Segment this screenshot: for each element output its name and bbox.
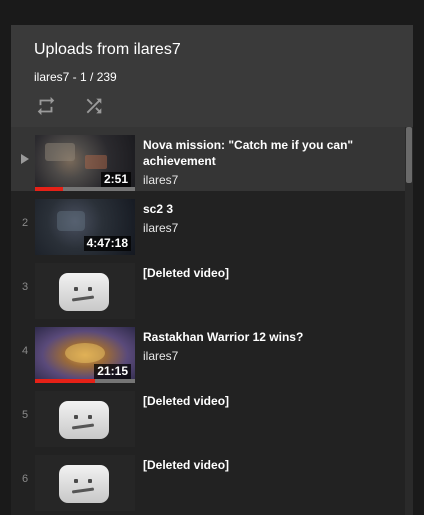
playlist-scrollbar[interactable]: [405, 127, 413, 515]
video-thumbnail[interactable]: 21:15: [35, 327, 135, 383]
playlist-subtitle: ilares7 - 1 / 239: [34, 70, 117, 84]
shuffle-icon: [86, 98, 102, 114]
now-playing-indicator: [17, 127, 33, 191]
video-owner: ilares7: [143, 349, 179, 363]
video-owner: ilares7: [143, 173, 179, 187]
sad-face-icon: [59, 273, 109, 311]
playlist-item[interactable]: 3 [Deleted video]: [11, 255, 405, 319]
sad-face-icon: [59, 401, 109, 439]
sad-face-icon: [59, 465, 109, 503]
video-title[interactable]: [Deleted video]: [143, 265, 363, 281]
shuffle-button[interactable]: [82, 94, 106, 118]
video-title[interactable]: Nova mission: "Catch me if you can" achi…: [143, 137, 363, 169]
video-duration: 21:15: [94, 364, 131, 379]
video-duration: 4:47:18: [83, 236, 131, 251]
item-index: 2: [21, 217, 29, 229]
playlist-panel: Uploads from ilares7 ilares7 - 1 / 239 2…: [11, 25, 413, 515]
video-title[interactable]: [Deleted video]: [143, 457, 363, 473]
item-index: 4: [21, 345, 29, 357]
video-thumbnail[interactable]: 2:51: [35, 135, 135, 191]
video-title[interactable]: Rastakhan Warrior 12 wins?: [143, 329, 363, 345]
playlist-item[interactable]: 6 [Deleted video]: [11, 447, 405, 511]
loop-button[interactable]: [34, 94, 58, 118]
play-arrow-icon: [21, 154, 29, 164]
scrollbar-thumb[interactable]: [406, 127, 412, 183]
video-owner: ilares7: [143, 221, 179, 235]
loop-icon: [37, 96, 55, 116]
playlist-item[interactable]: 2:51 Nova mission: "Catch me if you can"…: [11, 127, 405, 191]
playlist-items: 2:51 Nova mission: "Catch me if you can"…: [11, 127, 413, 515]
video-title[interactable]: sc2 3: [143, 201, 363, 217]
playlist-title[interactable]: Uploads from ilares7: [34, 41, 181, 59]
playlist-item[interactable]: 4 21:15 Rastakhan Warrior 12 wins? ilare…: [11, 319, 405, 383]
playlist-item[interactable]: 2 4:47:18 sc2 3 ilares7: [11, 191, 405, 255]
playlist-item[interactable]: 5 [Deleted video]: [11, 383, 405, 447]
item-index: 3: [21, 281, 29, 293]
item-index: 6: [21, 473, 29, 485]
playlist-header: Uploads from ilares7 ilares7 - 1 / 239: [11, 25, 413, 127]
video-duration: 2:51: [100, 172, 131, 187]
deleted-video-thumbnail[interactable]: [35, 455, 135, 511]
deleted-video-thumbnail[interactable]: [35, 263, 135, 319]
video-thumbnail[interactable]: 4:47:18: [35, 199, 135, 255]
deleted-video-thumbnail[interactable]: [35, 391, 135, 447]
video-title[interactable]: [Deleted video]: [143, 393, 363, 409]
item-index: 5: [21, 409, 29, 421]
